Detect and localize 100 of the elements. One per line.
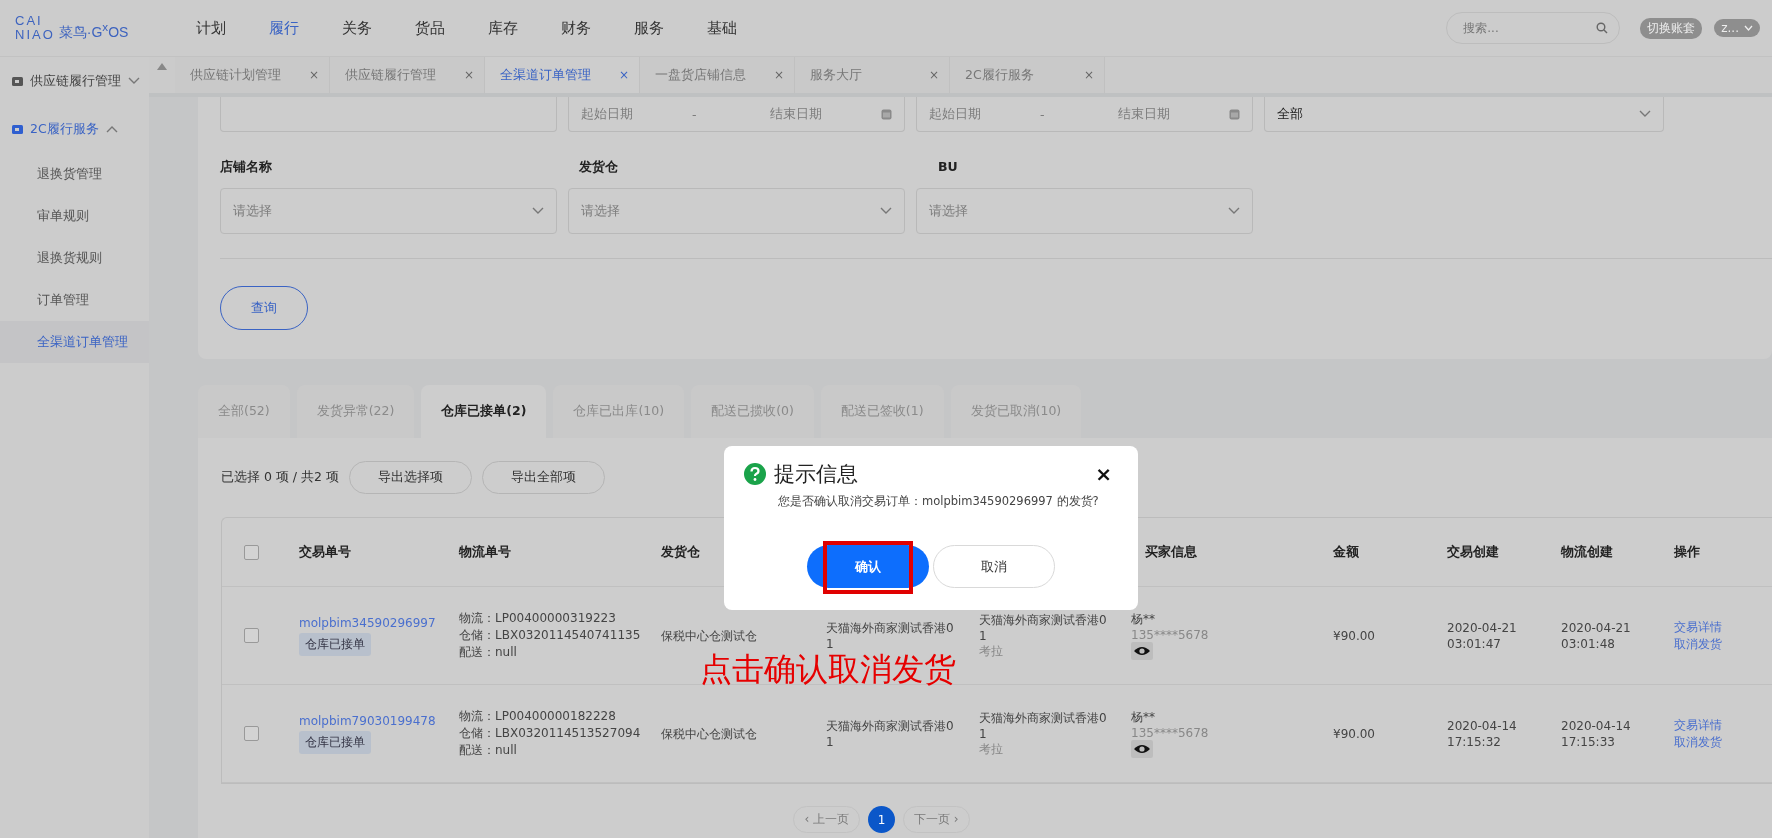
nav-item[interactable]: 库存 (482, 17, 555, 39)
cancel-button[interactable]: 取消 (933, 545, 1055, 588)
chevron-icon (105, 125, 118, 133)
close-icon[interactable]: × (928, 68, 939, 82)
folder-icon (12, 124, 23, 134)
table-cell-text: 保税中心仓测试仓 (660, 627, 758, 644)
select-field[interactable]: 请选择 (220, 188, 557, 234)
table-cell: 配送：null (459, 742, 517, 759)
column-header: 交易单号 (298, 544, 352, 560)
table-cell-text: 2020-04-14 17:15:33 (1560, 717, 1632, 750)
order-link[interactable]: molpbim79030199478 (299, 713, 436, 728)
table-cell: 1 (979, 628, 987, 643)
nav-item[interactable]: 财务 (555, 17, 628, 39)
search-icon (1596, 22, 1609, 34)
table-cell-text: 2020-04-14 17:15:32 (1446, 717, 1518, 750)
action-link[interactable]: 取消发货 (1674, 635, 1722, 653)
table-cell: 物流：LP00400000182228 (459, 708, 616, 725)
close-icon[interactable]: × (308, 68, 319, 82)
buyer-phone: 135****5678 (1131, 628, 1209, 642)
table-cell-text: ¥90.00 (1332, 725, 1376, 742)
nav-item[interactable]: 货品 (409, 17, 482, 39)
sidebar-group[interactable]: 2C履行服务 (0, 105, 149, 153)
buyer-name: 杨** (1131, 709, 1155, 726)
sidebar-group[interactable]: 供应链履行管理 (0, 57, 149, 105)
buyer-name: 杨** (1131, 611, 1155, 628)
checkbox[interactable] (244, 544, 259, 560)
table-cell-text: 2020-04-21 03:01:47 (1446, 619, 1518, 652)
sidebar-item[interactable]: 订单管理 (0, 279, 149, 321)
nav-item[interactable]: 计划 (190, 17, 263, 39)
buyer-phone: 135****5678 (1131, 726, 1209, 740)
date-range-field[interactable]: 起始日期 - 结束日期 (568, 97, 905, 132)
status-tab[interactable]: 发货已取消(10) (950, 385, 1082, 438)
date-range-field[interactable]: 起始日期 - 结束日期 (916, 97, 1253, 132)
nav-item[interactable]: 履行 (263, 17, 336, 39)
status-tab[interactable]: 仓库已出库(10) (553, 385, 685, 438)
column-header: 买家信息 (1144, 544, 1198, 560)
field-label: BU (938, 159, 959, 176)
table-cell-text: ¥90.00 (1332, 627, 1376, 644)
nav-item[interactable]: 服务 (628, 17, 701, 39)
checkbox[interactable] (244, 628, 259, 643)
user-menu[interactable]: z... (1714, 19, 1760, 37)
chevron-icon (1744, 25, 1753, 31)
field-label: 店铺名称 (220, 159, 273, 176)
select-field[interactable]: 全部 (1264, 97, 1664, 132)
question-icon (744, 463, 766, 485)
nav-item[interactable]: 基础 (701, 17, 774, 39)
chevron-icon (880, 207, 892, 215)
sidebar-item[interactable]: 退换货管理 (0, 153, 149, 195)
status-tab[interactable]: 配送已揽收(0) (691, 385, 814, 438)
table-cell: 考拉 (979, 642, 1003, 660)
chevron-icon (1639, 110, 1651, 118)
column-header: 物流创建 (1560, 544, 1614, 560)
action-link[interactable]: 交易详情 (1674, 716, 1722, 734)
select-field[interactable]: 请选择 (568, 188, 905, 234)
status-tab[interactable]: 全部(52) (198, 385, 290, 438)
nav-item[interactable]: 关务 (336, 17, 409, 39)
checkbox[interactable] (244, 726, 259, 741)
confirm-button[interactable]: 确认 (807, 545, 929, 588)
eye-icon[interactable] (1131, 642, 1153, 660)
table-cell: 仓储：LBX0320114540741135 (459, 627, 641, 644)
selection-info: 已选择 0 项 / 共2 项 (221, 469, 339, 486)
chevron-icon (1228, 207, 1240, 215)
action-link[interactable]: 交易详情 (1674, 618, 1722, 636)
sidebar-item[interactable]: 审单规则 (0, 195, 149, 237)
table-cell: 天猫海外商家测试香港0 (979, 611, 1107, 629)
sidebar-item[interactable]: 退换货规则 (0, 237, 149, 279)
status-tab[interactable]: 配送已签收(1) (820, 385, 944, 438)
table-cell: 1 (979, 726, 987, 741)
folder-icon (12, 76, 23, 86)
page-button[interactable]: 1 (868, 806, 895, 833)
status-tag: 仓库已接单 (299, 730, 371, 754)
sidebar-item[interactable]: 全渠道订单管理 (0, 321, 149, 363)
close-icon[interactable]: × (618, 68, 629, 82)
action-link[interactable]: 取消发货 (1674, 733, 1722, 751)
table-cell: 配送：null (459, 644, 517, 661)
table-cell: 天猫海外商家测试香港0 (826, 718, 954, 735)
dialog-message: 您是否确认取消交易订单：molpbim34590296997 的发货? (778, 494, 1100, 509)
account-switch-button[interactable]: 切换账套 (1640, 17, 1703, 39)
table-cell: 1 (826, 735, 834, 749)
annotation-text: 点击确认取消发货 (700, 649, 956, 690)
close-button[interactable]: × (1089, 461, 1118, 487)
column-header: 交易创建 (1446, 544, 1500, 560)
table-cell: 天猫海外商家测试香港0 (979, 709, 1107, 727)
close-icon[interactable]: × (463, 68, 474, 82)
order-link[interactable]: molpbim34590296997 (299, 615, 436, 630)
scroll-up-icon[interactable] (157, 63, 167, 70)
close-icon[interactable]: × (773, 68, 784, 82)
table-cell: 1 (826, 637, 834, 651)
table-cell-text: 保税中心仓测试仓 (660, 725, 758, 742)
calendar-icon (1229, 108, 1240, 120)
status-tab[interactable]: 发货异常(22) (296, 385, 415, 438)
status-tab[interactable]: 仓库已接单(2) (421, 385, 547, 438)
select-field[interactable]: 请选择 (916, 188, 1253, 234)
close-icon[interactable]: × (1083, 68, 1094, 82)
field-label: 发货仓 (579, 159, 619, 176)
table-cell: 物流：LP00400000319223 (459, 610, 616, 627)
eye-icon[interactable] (1131, 740, 1153, 758)
table-cell: 天猫海外商家测试香港0 (826, 620, 954, 637)
search-field[interactable]: 搜索... (1446, 12, 1621, 44)
table-cell-text: 2020-04-21 03:01:48 (1560, 619, 1632, 652)
